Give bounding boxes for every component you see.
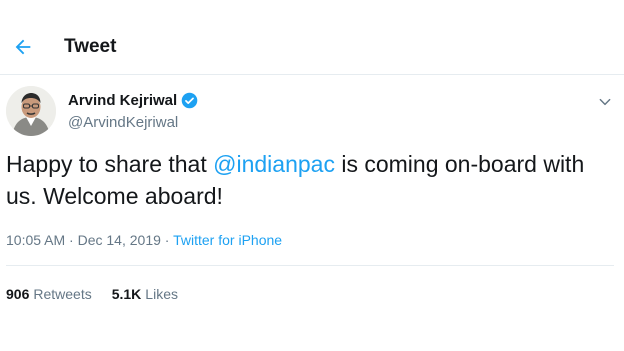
tweet-date[interactable]: Dec 14, 2019 (78, 232, 161, 248)
tweet-meta: 10:05 AM · Dec 14, 2019 · Twitter for iP… (6, 232, 282, 248)
tweet-text-before: Happy to share that (6, 151, 214, 177)
tweet-source-link[interactable]: Twitter for iPhone (173, 232, 282, 248)
header-divider (0, 74, 624, 75)
mention-link[interactable]: @indianpac (213, 151, 335, 177)
retweets-stat[interactable]: 906 Retweets (6, 286, 92, 302)
likes-count: 5.1K (111, 286, 142, 302)
arrow-left-icon (15, 39, 31, 55)
avatar[interactable] (6, 86, 56, 136)
page-title: Tweet (64, 36, 117, 57)
author-handle[interactable]: @ArvindKejriwal (68, 114, 178, 131)
meta-separator: · (160, 232, 174, 248)
meta-separator: · (65, 232, 78, 248)
tweet-stats: 906 Retweets 5.1K Likes (6, 286, 198, 302)
tweet-header: Tweet (0, 26, 624, 70)
author-name-row[interactable]: Arvind Kejriwal (68, 92, 198, 109)
stats-divider (6, 265, 614, 266)
profile-photo-icon (6, 86, 56, 136)
retweets-count: 906 (6, 286, 30, 302)
chevron-down-icon (599, 98, 611, 106)
likes-label: Likes (145, 286, 178, 302)
author-name[interactable]: Arvind Kejriwal (68, 92, 177, 109)
retweets-label: Retweets (33, 286, 92, 302)
more-options-button[interactable] (594, 92, 616, 112)
tweet-page: Tweet Arvind Kejriwal @ArvindKejriwal Ha… (0, 0, 624, 351)
tweet-text: Happy to share that @indianpac is coming… (6, 148, 606, 212)
back-button[interactable] (10, 34, 36, 60)
tweet-time[interactable]: 10:05 AM (6, 232, 65, 248)
likes-stat[interactable]: 5.1K Likes (112, 286, 178, 302)
verified-badge-icon (181, 92, 198, 109)
